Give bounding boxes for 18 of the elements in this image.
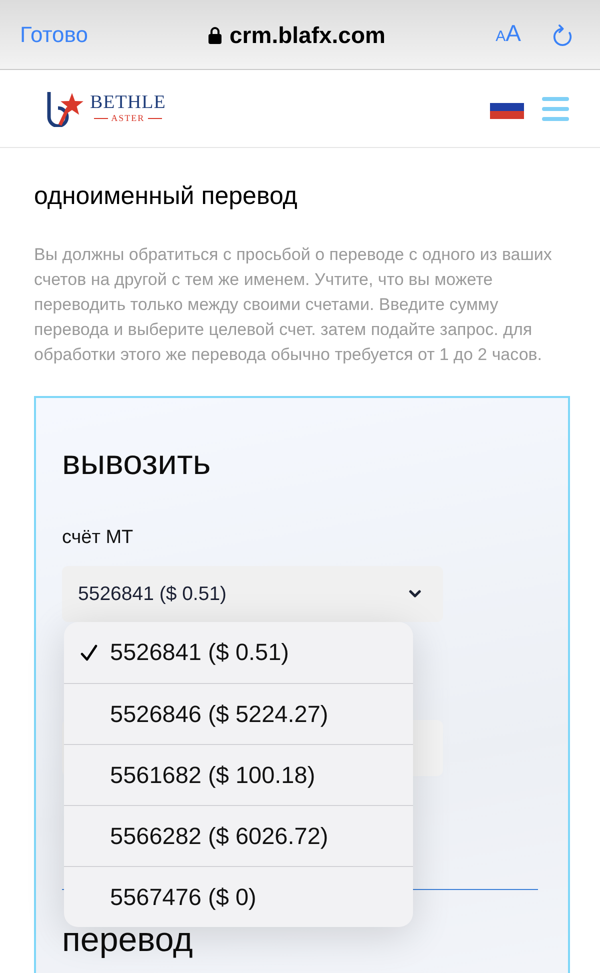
reload-icon[interactable] — [552, 22, 573, 46]
account-select[interactable]: 5526841 ($ 0.51) — [62, 566, 443, 622]
dropdown-option[interactable]: 5566282 ($ 6026.72) — [64, 805, 413, 866]
dropdown-option[interactable]: 5526846 ($ 5224.27) — [64, 683, 413, 744]
description-text: Вы должны обратиться с просьбой о переводе с одного из ваших счетов на другой с тем же именем. Учтите, что вы можете переводить только между своими счетами. Введите сумму перевода и выберите целевой счет. затем подайте запрос. для обработки этого же перевода обычно требуется от 1 до 2 часов. — [34, 244, 553, 366]
check-icon — [80, 644, 98, 662]
brand-tagline: ASTER — [94, 113, 162, 124]
dropdown-option[interactable]: 5526841 ($ 0.51) — [64, 622, 413, 683]
form-title: вывозить — [62, 443, 212, 483]
flag-icon[interactable] — [490, 102, 524, 118]
url-text[interactable]: crm.blafx.com — [230, 20, 386, 48]
lock-icon — [208, 26, 222, 44]
page-title: одноименный перевод — [34, 181, 298, 211]
dropdown-option[interactable]: 5567476 ($ 0) — [64, 866, 413, 927]
field-label: счёт МТ — [62, 526, 134, 550]
brand-name: BETHLE — [90, 93, 166, 113]
chevron-icon — [409, 590, 421, 598]
dropdown-option[interactable]: 5561682 ($ 100.18) — [64, 744, 413, 805]
